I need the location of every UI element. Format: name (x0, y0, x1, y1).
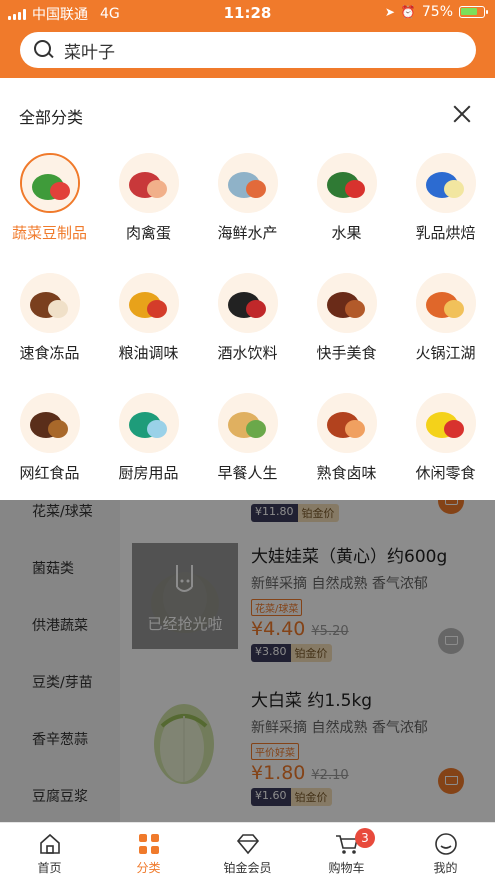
fruit-icon (316, 153, 377, 213)
category-label: 快手美食 (316, 344, 377, 362)
drinks-icon (217, 273, 278, 333)
category-item[interactable]: 速食冻品 (0, 273, 99, 383)
category-item[interactable]: 蔬菜豆制品 (0, 153, 99, 263)
profile-icon (434, 833, 457, 855)
header: 中国联通 4G 11:28 ➤ ⏰ 75% 菜叶子 (0, 0, 495, 78)
snack-icon (19, 393, 80, 453)
breakfast-icon (217, 393, 278, 453)
search-icon (34, 40, 54, 60)
frozen-food-icon (19, 273, 80, 333)
category-item[interactable]: 海鲜水产 (198, 153, 297, 263)
dairy-icon (415, 153, 476, 213)
home-icon (39, 833, 60, 854)
seafood-icon (217, 153, 278, 213)
tab-category[interactable]: 分类 (99, 823, 198, 881)
search-bar[interactable]: 菜叶子 (20, 32, 476, 68)
meat-icon (118, 153, 179, 213)
grain-oil-icon (118, 273, 179, 333)
vegetables-icon (19, 153, 80, 213)
category-label: 速食冻品 (19, 344, 80, 362)
category-icon (138, 834, 159, 854)
alarm-icon: ⏰ (400, 5, 416, 19)
kitchen-icon (118, 393, 179, 453)
category-label: 休闲零食 (415, 464, 476, 482)
tab-vip[interactable]: 铂金会员 (198, 823, 297, 881)
battery-percent: 75% (421, 4, 453, 20)
category-label: 粮油调味 (118, 344, 179, 362)
category-label: 乳品烘焙 (415, 224, 476, 242)
app-screen: 花菜/球菜 菌菇类 供港蔬菜 豆类/芽苗 香辛葱蒜 豆腐豆浆 ¥11.80 铂金价 (0, 0, 495, 881)
hotpot-icon (415, 273, 476, 333)
category-item[interactable]: 水果 (297, 153, 396, 263)
category-label: 水果 (331, 224, 362, 242)
quick-food-icon (316, 273, 377, 333)
status-bar: 中国联通 4G 11:28 ➤ ⏰ 75% (0, 0, 495, 26)
diamond-icon (236, 834, 259, 855)
category-item[interactable]: 粮油调味 (99, 273, 198, 383)
tab-cart[interactable]: 购物车 (297, 823, 396, 881)
category-label: 肉禽蛋 (125, 224, 171, 242)
battery-icon (459, 6, 488, 18)
category-label: 酒水饮料 (217, 344, 278, 362)
panel-title: 全部分类 (19, 108, 84, 127)
cooked-food-icon (316, 393, 377, 453)
tab-profile[interactable]: 我的 (396, 823, 495, 881)
category-label: 蔬菜豆制品 (11, 224, 87, 242)
search-input[interactable]: 菜叶子 (64, 38, 115, 63)
category-label: 网红食品 (19, 464, 80, 482)
category-item[interactable]: 休闲零食 (396, 393, 495, 503)
category-label: 火锅江湖 (415, 344, 476, 362)
category-item[interactable]: 早餐人生 (198, 393, 297, 503)
chips-icon (415, 393, 476, 453)
tab-home[interactable]: 首页 (0, 823, 99, 881)
category-label: 厨房用品 (118, 464, 179, 482)
category-label: 早餐人生 (217, 464, 278, 482)
tab-bar: 首页 分类 铂金会员 购物车 3 我的 (0, 822, 495, 881)
category-item[interactable]: 快手美食 (297, 273, 396, 383)
close-icon[interactable] (450, 102, 474, 126)
category-item[interactable]: 火锅江湖 (396, 273, 495, 383)
category-item[interactable]: 熟食卤味 (297, 393, 396, 503)
category-item[interactable]: 酒水饮料 (198, 273, 297, 383)
location-icon: ➤ (384, 5, 395, 19)
category-item[interactable]: 肉禽蛋 (99, 153, 198, 263)
category-label: 海鲜水产 (217, 224, 278, 242)
cart-badge: 3 (355, 828, 375, 848)
category-item[interactable]: 乳品烘焙 (396, 153, 495, 263)
dim-overlay[interactable] (0, 500, 495, 822)
category-panel: 全部分类 蔬菜豆制品 肉禽蛋 海鲜水产 水果 乳品烘焙速食冻品 粮油调味 酒水饮料 快手美食 火… (0, 78, 495, 500)
category-label: 熟食卤味 (316, 464, 377, 482)
category-item[interactable]: 网红食品 (0, 393, 99, 503)
category-item[interactable]: 厨房用品 (99, 393, 198, 503)
